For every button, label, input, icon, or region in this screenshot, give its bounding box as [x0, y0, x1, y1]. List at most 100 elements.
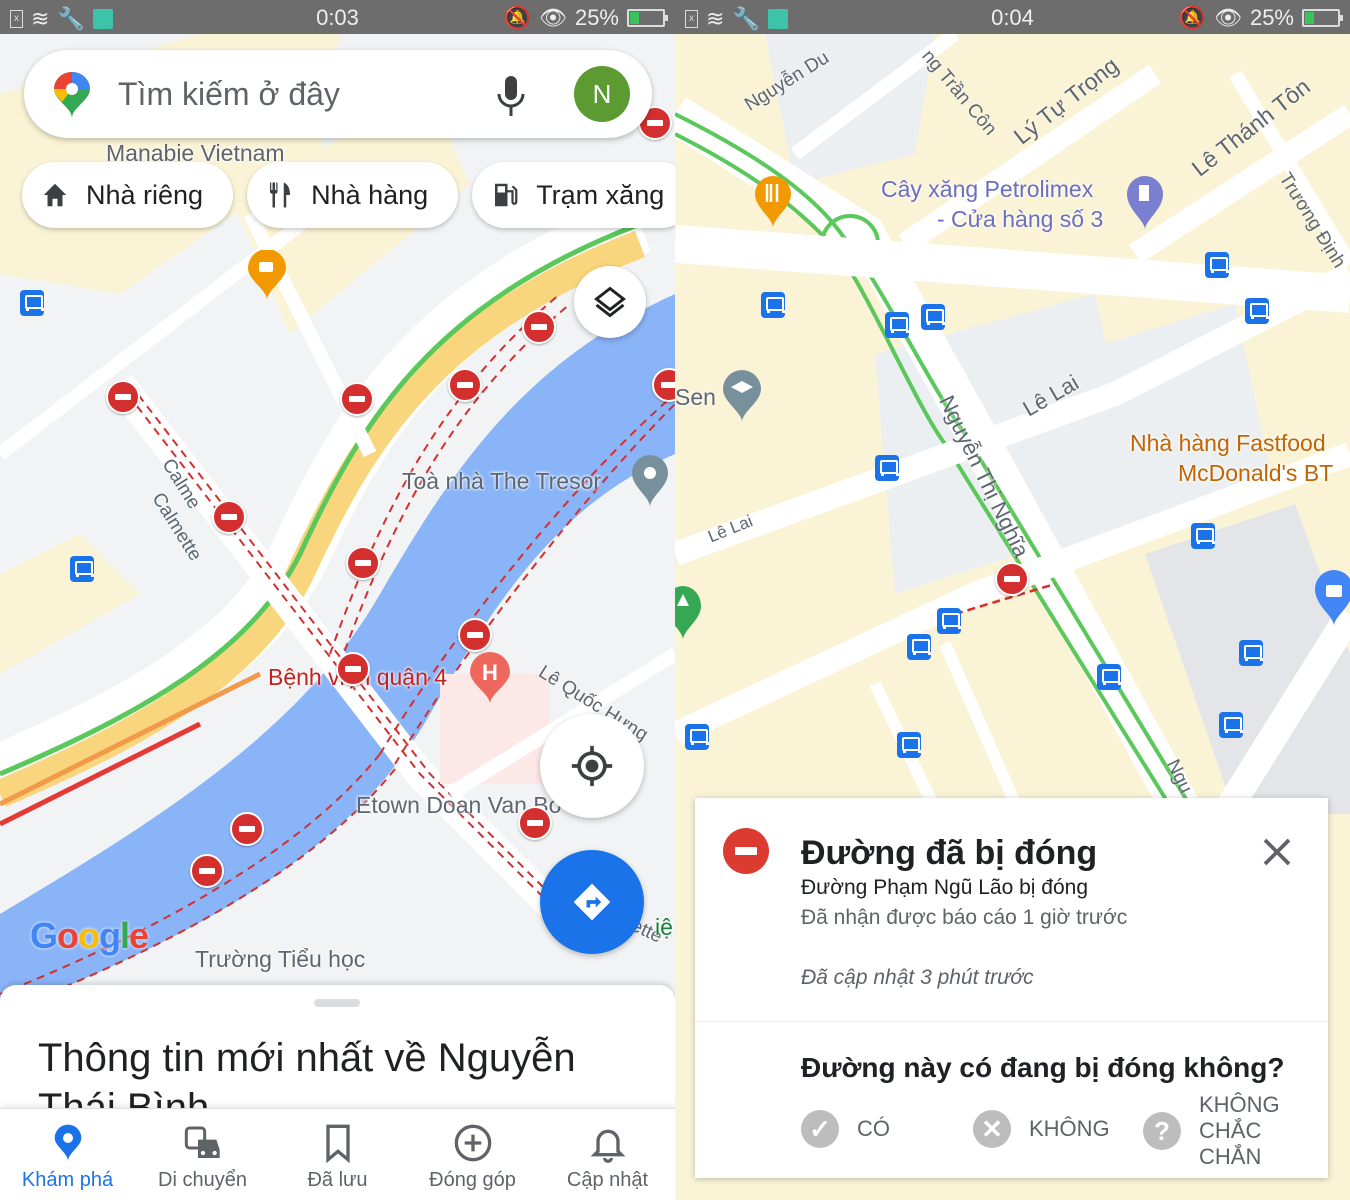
right-phone-screen: x ≋ 🔧 0:04 🔕 👁 25% Nguyễn Du ng Trần Côn…: [675, 0, 1350, 1200]
answer-unsure-button[interactable]: ? KHÔNG CHẮC CHẮN: [1143, 1092, 1289, 1170]
road-closure-marker[interactable]: [346, 546, 380, 580]
nav-label: Đã lưu: [307, 1169, 368, 1191]
map-label-school[interactable]: Trường Tiểu học: [195, 946, 365, 973]
bus-stop-icon[interactable]: [761, 292, 785, 318]
commute-icon: [184, 1126, 220, 1158]
drag-handle[interactable]: [314, 999, 360, 1007]
battery-percent: 25%: [574, 5, 619, 30]
road-closure-marker[interactable]: [230, 812, 264, 846]
bus-stop-icon[interactable]: [875, 455, 899, 481]
road-closure-marker[interactable]: [106, 380, 140, 414]
svg-text:H: H: [482, 660, 498, 685]
bus-stop-icon[interactable]: [70, 556, 94, 582]
chip-gas-stations[interactable]: Trạm xăng: [472, 162, 675, 228]
bus-stop-icon[interactable]: [937, 608, 961, 634]
road-closure-marker[interactable]: [448, 368, 482, 402]
map-label-mcdonalds-bt[interactable]: McDonald's BT: [1178, 460, 1333, 487]
bus-stop-icon[interactable]: [921, 304, 945, 330]
map-label-mcdonalds[interactable]: Nhà hàng Fastfood: [1130, 430, 1326, 457]
directions-icon: [573, 883, 611, 921]
close-icon[interactable]: [1259, 834, 1295, 870]
bus-stop-icon[interactable]: [1205, 252, 1229, 278]
road-closure-marker[interactable]: [458, 618, 492, 652]
nav-explore[interactable]: Khám phá: [0, 1109, 135, 1200]
mute-icon: 🔕: [503, 5, 532, 30]
nav-contribute[interactable]: Đóng góp: [405, 1109, 540, 1200]
search-bar[interactable]: Tìm kiếm ở đây N: [24, 50, 652, 138]
chip-label: Nhà riêng: [86, 179, 204, 210]
park-pin-icon[interactable]: [675, 584, 701, 640]
cafe-pin-icon[interactable]: [248, 249, 286, 300]
bus-stop-icon[interactable]: [897, 732, 921, 758]
closure-updated-time: Đã cập nhật 3 phút trước: [801, 966, 1034, 989]
layers-icon: [594, 286, 626, 318]
road-closure-marker[interactable]: [340, 382, 374, 416]
answer-options: ✓ CÓ ✕ KHÔNG ? KHÔNG CHẮC CHẮN: [801, 1092, 1321, 1172]
bell-icon: [590, 1129, 625, 1163]
chip-home[interactable]: Nhà riêng: [22, 162, 234, 228]
closure-road: Đường Phạm Ngũ Lão bị đóng: [801, 876, 1089, 899]
eye-icon: 👁: [1214, 5, 1242, 30]
eye-icon: 👁: [539, 5, 567, 30]
status-bar: x ≋ 🔧 0:04 🔕 👁 25%: [675, 0, 1350, 34]
nav-saved[interactable]: Đã lưu: [270, 1109, 405, 1200]
nav-label: Cập nhật: [566, 1169, 649, 1191]
bus-stop-icon[interactable]: [1191, 523, 1215, 549]
bus-stop-icon[interactable]: [20, 290, 44, 316]
bus-stop-icon[interactable]: [1239, 640, 1263, 666]
bus-stop-icon[interactable]: [1219, 712, 1243, 738]
restaurant-pin-icon[interactable]: [755, 176, 791, 228]
account-avatar[interactable]: N: [574, 66, 630, 122]
my-location-button[interactable]: [540, 714, 644, 818]
check-icon: ✓: [801, 1110, 839, 1148]
answer-yes-button[interactable]: ✓ CÓ: [801, 1110, 890, 1148]
road-closure-marker[interactable]: [190, 854, 224, 888]
search-input[interactable]: Tìm kiếm ở đây: [118, 76, 340, 113]
map-label-sen[interactable]: Sen: [675, 384, 716, 411]
road-closure-marker[interactable]: [522, 310, 556, 344]
nav-updates[interactable]: Cập nhật: [540, 1109, 675, 1200]
nav-commute[interactable]: Di chuyển: [135, 1109, 270, 1200]
answer-label: KHÔNG: [1029, 1116, 1110, 1141]
category-chips: Nhà riêng Nhà hàng Trạm xăng: [22, 162, 675, 228]
left-phone-screen: x ≋ 🔧 0:03 🔕 👁 25% Manabie Vietnam Toà n…: [0, 0, 675, 1200]
add-circle-icon: [454, 1124, 491, 1162]
gas-station-pin-icon[interactable]: [1127, 176, 1163, 230]
map-label-petrolimex[interactable]: Cây xăng Petrolimex: [881, 176, 1093, 203]
bus-stop-icon[interactable]: [685, 724, 709, 750]
microphone-icon[interactable]: [496, 76, 526, 116]
my-location-icon: [571, 745, 613, 787]
bookmark-icon: [325, 1124, 350, 1163]
directions-button[interactable]: [540, 850, 644, 954]
school-pin-icon[interactable]: [723, 370, 761, 422]
battery-icon: [627, 9, 668, 27]
road-closure-marker[interactable]: [518, 806, 552, 840]
chip-restaurants[interactable]: Nhà hàng: [247, 162, 459, 228]
map-label-petrolimex-store[interactable]: - Cửa hàng số 3: [937, 206, 1103, 233]
chip-label: Nhà hàng: [311, 179, 429, 210]
map-label-partial: iệ: [655, 914, 673, 940]
chip-label: Trạm xăng: [536, 179, 665, 210]
bus-stop-icon[interactable]: [885, 312, 909, 338]
bus-stop-icon[interactable]: [907, 634, 931, 660]
mute-icon: 🔕: [1178, 5, 1207, 30]
road-closed-icon: [723, 828, 769, 874]
answer-no-button[interactable]: ✕ KHÔNG: [973, 1110, 1110, 1148]
shopping-pin-icon[interactable]: [1315, 570, 1350, 626]
nav-label: Khám phá: [21, 1169, 114, 1191]
map-label-tresor[interactable]: Toà nhà The Tresor: [402, 468, 601, 495]
layers-button[interactable]: [574, 266, 646, 338]
place-pin-icon[interactable]: [632, 455, 668, 507]
question-icon: ?: [1143, 1112, 1181, 1150]
bus-stop-icon[interactable]: [1097, 664, 1121, 690]
road-closure-marker[interactable]: [336, 652, 370, 686]
restaurant-icon: [270, 182, 291, 208]
closure-title: Đường đã bị đóng: [801, 834, 1098, 872]
bus-stop-icon[interactable]: [1245, 298, 1269, 324]
hospital-pin-icon[interactable]: H: [470, 652, 510, 704]
road-closure-card: Đường đã bị đóng Đường Phạm Ngũ Lão bị đ…: [695, 798, 1328, 1178]
road-closure-marker[interactable]: [995, 562, 1029, 596]
battery-percent: 25%: [1249, 5, 1294, 30]
nav-label: Đóng góp: [429, 1169, 516, 1191]
road-closure-marker[interactable]: [212, 500, 246, 534]
